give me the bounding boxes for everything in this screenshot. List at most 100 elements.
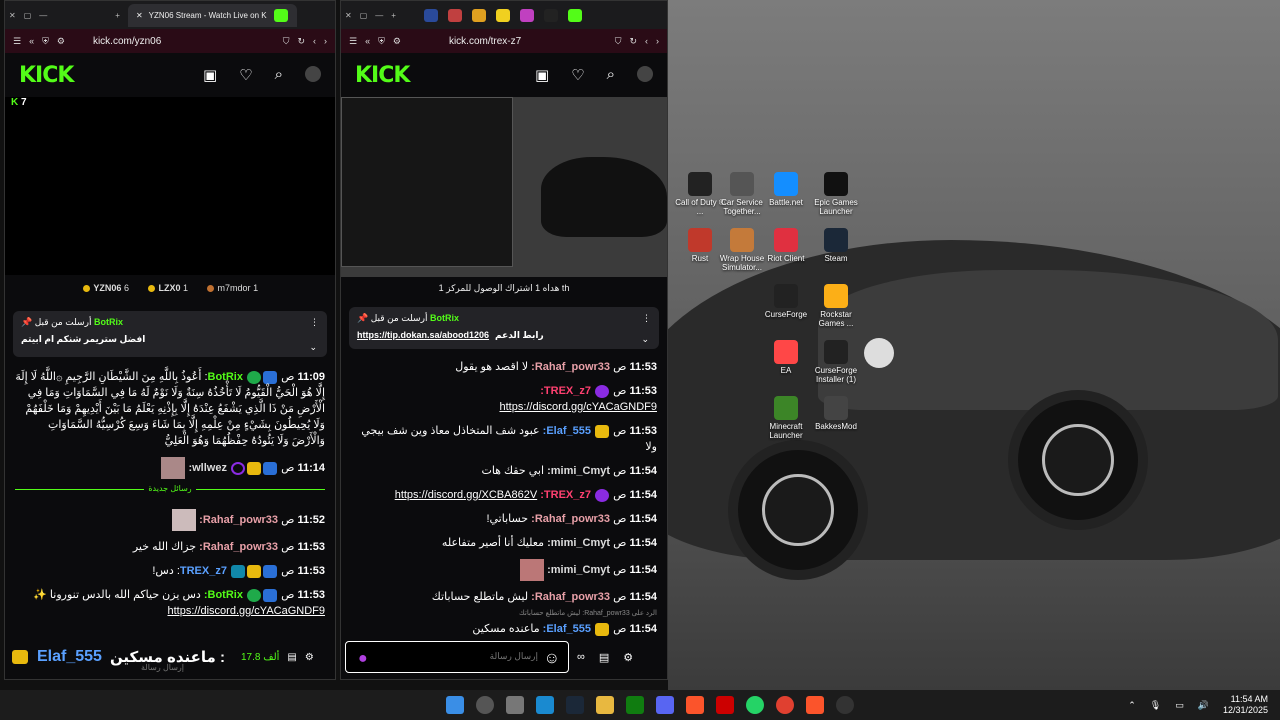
chat-message: 11:54 ص mimi_Cmyt: — [341, 555, 667, 585]
chevron-down-icon[interactable]: ⌄ — [641, 334, 649, 345]
desktop-icon[interactable]: Rockstar Games ... — [808, 284, 864, 328]
brave-active-icon[interactable] — [806, 696, 824, 714]
store-icon[interactable]: ▤ — [599, 651, 609, 664]
edge-icon[interactable] — [536, 696, 554, 714]
restore-icon[interactable]: ▢ — [360, 11, 368, 20]
video-player[interactable]: K 7 — [5, 97, 335, 275]
restore-icon[interactable]: ▢ — [24, 11, 32, 20]
desktop-icon[interactable]: BakkesMod — [808, 396, 864, 431]
network-icon[interactable]: ▭ — [1175, 700, 1184, 711]
discord-icon[interactable] — [656, 696, 674, 714]
shield-icon[interactable]: ⛨ — [42, 36, 49, 47]
bookmark-icon[interactable]: ⛉ — [615, 36, 622, 47]
collapse-icon[interactable]: « — [29, 36, 34, 46]
browser-window-1: ✕ ▢ — + ✕ YZN06 Stream - Watch Live on K… — [4, 0, 336, 680]
desktop-icon[interactable]: Minecraft Launcher — [758, 396, 814, 440]
minimize-icon[interactable]: — — [39, 11, 47, 20]
stream-preview — [341, 97, 513, 267]
url-text[interactable]: kick.com/trex-z7 — [449, 36, 521, 47]
minimize-icon[interactable]: — — [375, 11, 383, 20]
desktop-icon[interactable]: Steam — [808, 228, 864, 263]
chat-link[interactable]: https://discord.gg/XCBA862V — [395, 487, 537, 503]
chat-input-1[interactable] — [9, 661, 184, 673]
chat-input-2[interactable] — [398, 651, 538, 661]
obs-icon[interactable] — [836, 696, 854, 714]
chat-message: 11:09 ص BotRix: أَعُوذُ بِاللَّهِ مِنَ ا… — [15, 370, 325, 447]
emote — [172, 509, 197, 531]
tab-title: YZN06 Stream - Watch Live on K — [148, 10, 267, 20]
reload-icon[interactable]: ↻ — [629, 36, 637, 47]
close-icon[interactable]: ✕ — [9, 11, 16, 20]
app-icon[interactable] — [716, 696, 734, 714]
forward-icon[interactable]: › — [656, 36, 659, 46]
settings-gear-icon[interactable]: ⚙ — [305, 652, 314, 663]
steam-icon[interactable] — [566, 696, 584, 714]
extensions-icon[interactable]: ⚙ — [57, 36, 65, 47]
search-icon[interactable]: ⌕ — [275, 66, 283, 84]
pinned-text: افضل ستريمر شنكم ام ابيتم — [21, 334, 146, 344]
bookmark-icon[interactable]: ⛉ — [283, 36, 290, 47]
menu-icon[interactable]: ☰ — [349, 36, 357, 47]
chat-link[interactable]: https://discord.gg/cYACaGNDF9 — [167, 603, 325, 619]
browse-icon[interactable]: ▣ — [203, 66, 217, 84]
shield-icon[interactable]: ⛨ — [378, 36, 385, 47]
search-icon[interactable] — [476, 696, 494, 714]
desktop-icon[interactable]: CurseForge — [758, 284, 814, 319]
emoji-icon[interactable]: ☺ — [544, 650, 560, 668]
tray-chevron-icon[interactable]: ⌃ — [1128, 700, 1136, 711]
back-icon[interactable]: ‹ — [313, 36, 316, 46]
desktop-icon[interactable]: CurseForge Installer (1) — [808, 340, 864, 384]
chat-link[interactable]: https://discord.gg/cYACaGNDF9 — [499, 399, 657, 415]
task-view-icon[interactable] — [506, 696, 524, 714]
desktop-icon[interactable]: EA — [758, 340, 814, 375]
chat-message: 11:53 ص TREX_z7: دس! — [152, 564, 325, 578]
app-icon — [824, 228, 848, 252]
tab-active[interactable]: ✕ YZN06 Stream - Watch Live on K — [127, 3, 297, 27]
chat-input-box[interactable]: ● ☺ — [345, 641, 569, 673]
kick-logo[interactable]: KICK — [355, 63, 410, 88]
chat-list-2: 11:53 ص Rahaf_powr33: لا اقصد هو يقول 11… — [341, 355, 667, 641]
follow-heart-icon[interactable]: ♡ — [571, 66, 584, 84]
search-icon[interactable]: ⌕ — [607, 66, 615, 84]
taskbar: ⌃ 🎙 ▭ 🔊 11:54 AM 12/31/2025 — [0, 690, 1280, 720]
url-text[interactable]: kick.com/yzn06 — [93, 36, 161, 47]
desktop-icon[interactable]: Riot Client — [758, 228, 814, 263]
brave-icon[interactable] — [686, 696, 704, 714]
desktop-icon[interactable]: Epic Games Launcher — [808, 172, 864, 216]
collapse-icon[interactable]: « — [365, 36, 370, 46]
points-balance[interactable]: 17.8 ألف — [241, 652, 279, 663]
forward-icon[interactable]: › — [324, 36, 327, 46]
browse-icon[interactable]: ▣ — [535, 66, 549, 84]
menu-icon[interactable]: ☰ — [13, 36, 21, 47]
tab-favicon-icon — [447, 8, 462, 22]
desktop-icon[interactable]: Battle.net — [758, 172, 814, 207]
pinned-link[interactable]: https://tip.dokan.sa/abood1206 — [357, 330, 489, 341]
video-player-2[interactable] — [341, 97, 667, 277]
new-tab-icon[interactable]: + — [115, 11, 120, 20]
pin-menu-icon[interactable]: ⋮ — [310, 317, 319, 328]
pin-menu-icon[interactable]: ⋮ — [642, 313, 651, 324]
tab-close-icon[interactable]: ✕ — [136, 11, 143, 20]
xbox-icon[interactable] — [626, 696, 644, 714]
start-icon[interactable] — [446, 696, 464, 714]
mic-icon[interactable]: 🎙 — [1150, 700, 1161, 711]
whatsapp-icon[interactable] — [746, 696, 764, 714]
kick-logo[interactable]: KICK — [19, 63, 74, 88]
avatar[interactable] — [305, 66, 321, 82]
pinned-message: 📌 أرسلت من قبل BotRix ⋮ افضل ستريمر شنكم… — [13, 311, 327, 357]
volume-icon[interactable]: 🔊 — [1198, 700, 1209, 711]
explorer-icon[interactable] — [596, 696, 614, 714]
chevron-down-icon[interactable]: ⌄ — [309, 342, 317, 353]
points-icon[interactable]: ∞ — [577, 651, 585, 664]
settings-gear-icon[interactable]: ⚙ — [623, 651, 633, 664]
reload-icon[interactable]: ↻ — [297, 36, 305, 47]
back-icon[interactable]: ‹ — [645, 36, 648, 46]
avatar[interactable] — [637, 66, 653, 82]
new-tab-icon[interactable]: + — [391, 11, 396, 20]
close-icon[interactable]: ✕ — [345, 11, 352, 20]
store-icon[interactable]: ▤ — [287, 652, 296, 663]
chrome-icon[interactable] — [776, 696, 794, 714]
extensions-icon[interactable]: ⚙ — [393, 36, 401, 47]
follow-heart-icon[interactable]: ♡ — [239, 66, 252, 84]
clock[interactable]: 11:54 AM 12/31/2025 — [1223, 694, 1268, 716]
